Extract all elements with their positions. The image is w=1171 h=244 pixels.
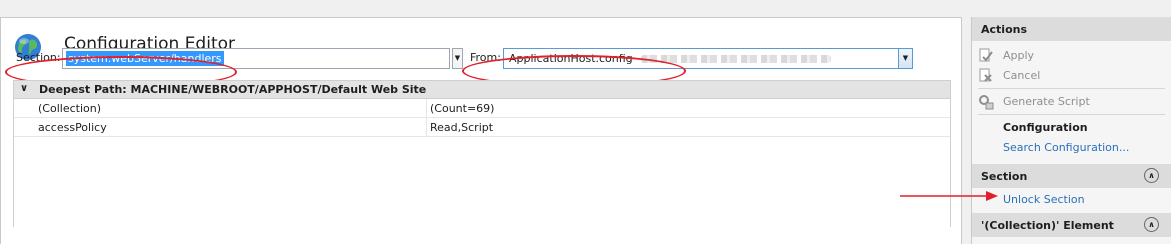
section-header[interactable]: Section ∧ — [972, 164, 1171, 188]
generate-script-label: Generate Script — [1003, 95, 1090, 108]
unlock-section-label: Unlock Section — [1003, 193, 1085, 206]
grid-path-header[interactable]: ∨ Deepest Path: MACHINE/WEBROOT/APPHOST/… — [14, 81, 950, 99]
property-name: (Collection) — [38, 102, 101, 115]
apply-label: Apply — [1003, 49, 1035, 62]
deepest-path: Deepest Path: MACHINE/WEBROOT/APPHOST/De… — [39, 83, 427, 96]
cancel-action[interactable]: Cancel — [972, 66, 1171, 86]
top-strip — [0, 0, 1171, 17]
collapse-chevron-icon[interactable]: ∨ — [20, 83, 28, 94]
cancel-label: Cancel — [1003, 69, 1041, 82]
property-value: Read,Script — [430, 121, 494, 134]
search-configuration-link[interactable]: Search Configuration... — [972, 138, 1171, 158]
divider — [978, 88, 1165, 89]
chevron-down-icon[interactable]: ▼ — [898, 49, 912, 68]
properties-grid: ∨ Deepest Path: MACHINE/WEBROOT/APPHOST/… — [13, 80, 951, 227]
property-value: (Count=69) — [430, 102, 495, 115]
configuration-heading-label: Configuration — [1003, 121, 1088, 134]
generate-script-icon — [979, 95, 994, 110]
property-name: accessPolicy — [38, 121, 107, 134]
red-arrow-icon — [900, 191, 998, 201]
unlock-section-link[interactable]: Unlock Section — [972, 190, 1171, 210]
collapse-up-icon[interactable]: ∧ — [1144, 168, 1159, 183]
actions-header: Actions — [972, 17, 1171, 41]
divider — [978, 114, 1165, 115]
collection-element-header[interactable]: '(Collection)' Element ∧ — [972, 213, 1171, 237]
table-row[interactable]: accessPolicy Read,Script — [14, 118, 950, 137]
search-configuration-label: Search Configuration... — [1003, 141, 1130, 154]
actions-header-label: Actions — [981, 23, 1027, 36]
collapse-up-icon[interactable]: ∧ — [1144, 217, 1159, 232]
cancel-icon — [979, 68, 992, 82]
apply-action[interactable]: Apply — [972, 46, 1171, 66]
table-row[interactable]: (Collection) (Count=69) — [14, 99, 950, 118]
collection-header-label: '(Collection)' Element — [981, 219, 1114, 232]
section-dropdown-button[interactable]: ▼ — [452, 48, 463, 69]
section-header-label: Section — [981, 170, 1028, 183]
apply-icon — [979, 48, 993, 62]
generate-script-action[interactable]: Generate Script — [972, 92, 1171, 112]
configuration-heading: Configuration — [972, 118, 1171, 138]
actions-pane: Actions Apply Cancel Generate Script Con… — [971, 17, 1171, 244]
